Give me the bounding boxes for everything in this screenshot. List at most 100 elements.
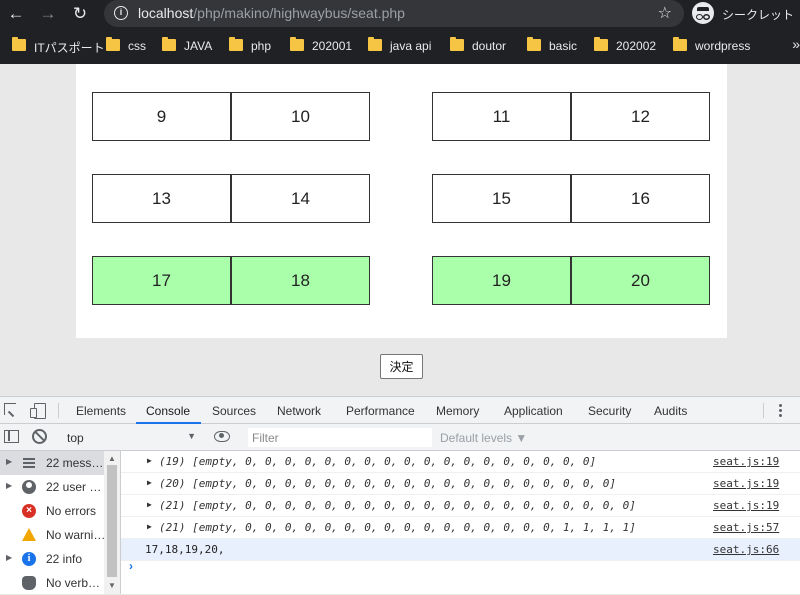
sidebar-item-info[interactable]: ▶ i 22 info: [0, 547, 104, 571]
expand-arrow-icon[interactable]: ▶: [6, 553, 12, 562]
sidebar-item-label: 22 mess…: [46, 456, 104, 470]
seat-number: 19: [492, 270, 511, 290]
seat-number: 18: [291, 270, 310, 290]
device-toolbar-icon[interactable]: [30, 403, 46, 419]
info-icon: i: [22, 552, 36, 566]
seat-number: 20: [631, 270, 650, 290]
console-message[interactable]: ▶ (21) [empty, 0, 0, 0, 0, 0, 0, 0, 0, 0…: [121, 517, 800, 539]
devtools-panel: Elements Console Sources Network Perform…: [0, 396, 800, 595]
tab-network[interactable]: Network: [277, 404, 321, 418]
error-icon: ×: [22, 504, 36, 518]
seat-number: 9: [156, 106, 167, 126]
console-message[interactable]: ▶ (19) [empty, 0, 0, 0, 0, 0, 0, 0, 0, 0…: [121, 451, 800, 473]
submit-button[interactable]: 決定: [380, 354, 423, 379]
live-expression-eye-icon[interactable]: [214, 431, 230, 442]
sidebar-item-user-messages[interactable]: ▶ 22 user …: [0, 475, 104, 499]
context-selector[interactable]: top ▼: [62, 428, 200, 447]
seat[interactable]: 14: [231, 174, 370, 223]
seat[interactable]: 13: [92, 174, 231, 223]
clear-console-icon[interactable]: [32, 429, 47, 444]
back-arrow-icon[interactable]: ←: [6, 4, 26, 24]
sidebar-toggle-icon[interactable]: [4, 430, 19, 443]
expand-arrow-icon[interactable]: ▶: [147, 522, 152, 531]
folder-icon: [368, 37, 382, 51]
log-source-link[interactable]: seat.js:19: [713, 455, 779, 468]
inspect-element-icon[interactable]: [4, 403, 16, 415]
sidebar-item-label: 22 info: [46, 552, 83, 566]
seat[interactable]: 20: [571, 256, 710, 305]
seat[interactable]: 15: [432, 174, 571, 223]
divider: [763, 403, 764, 418]
tab-application[interactable]: Application: [504, 404, 563, 418]
seat-number: 11: [492, 106, 511, 126]
bookmark-label: wordpress: [695, 39, 751, 53]
seat-number: 10: [291, 106, 310, 126]
scroll-up-icon[interactable]: ▲: [108, 454, 116, 463]
seat[interactable]: 17: [92, 256, 231, 305]
log-levels-dropdown[interactable]: Default levels ▼: [440, 431, 527, 445]
console-message[interactable]: ▶ (20) [empty, 0, 0, 0, 0, 0, 0, 0, 0, 0…: [121, 473, 800, 495]
url-host: localhost: [138, 5, 194, 21]
seat[interactable]: 16: [571, 174, 710, 223]
seat[interactable]: 11: [432, 92, 571, 141]
bookmark-label: css: [128, 39, 146, 53]
log-source-link[interactable]: seat.js:19: [713, 477, 779, 490]
console-message[interactable]: 17,18,19,20, seat.js:66: [121, 539, 800, 561]
tab-elements[interactable]: Elements: [76, 404, 126, 418]
seat[interactable]: 18: [231, 256, 370, 305]
warning-icon: [22, 528, 36, 541]
tab-console[interactable]: Console: [146, 404, 190, 418]
incognito-indicator[interactable]: シークレット: [692, 2, 800, 26]
expand-arrow-icon[interactable]: ▶: [6, 457, 12, 466]
seat[interactable]: 12: [571, 92, 710, 141]
expand-arrow-icon[interactable]: ▶: [6, 481, 12, 490]
console-message[interactable]: ▶ (21) [empty, 0, 0, 0, 0, 0, 0, 0, 0, 0…: [121, 495, 800, 517]
bookmarks-overflow-icon[interactable]: »: [792, 36, 800, 52]
sidebar-item-messages[interactable]: ▶ 22 mess…: [0, 451, 104, 475]
tab-memory[interactable]: Memory: [436, 404, 479, 418]
expand-arrow-icon[interactable]: ▶: [147, 456, 152, 465]
log-text: 17,18,19,20,: [145, 543, 225, 556]
seat[interactable]: 19: [432, 256, 571, 305]
sidebar-item-verbose[interactable]: No verb…: [0, 571, 104, 595]
url-text[interactable]: localhost/php/makino/highwaybus/seat.php: [138, 5, 405, 21]
sidebar-item-errors[interactable]: × No errors: [0, 499, 104, 523]
bookmark-label: ITパスポート: [34, 41, 105, 55]
bookmark-star-icon[interactable]: ☆: [658, 3, 672, 23]
console-toolbar: top ▼ Default levels ▼: [0, 424, 800, 451]
tab-performance[interactable]: Performance: [346, 404, 415, 418]
user-icon: [22, 480, 36, 494]
log-source-link[interactable]: seat.js:19: [713, 499, 779, 512]
address-bar[interactable]: i localhost/php/makino/highwaybus/seat.p…: [104, 0, 684, 27]
sidebar-item-warnings[interactable]: No warni…: [0, 523, 105, 547]
bookmark-label: doutor: [472, 39, 507, 53]
folder-icon: [594, 37, 608, 51]
bookmark-label: basic: [549, 39, 578, 53]
reload-icon[interactable]: ↻: [70, 4, 90, 24]
site-info-icon[interactable]: i: [114, 6, 128, 20]
sidebar-item-label: 22 user …: [46, 480, 102, 494]
forward-arrow-icon[interactable]: →: [38, 4, 58, 24]
tab-audits[interactable]: Audits: [654, 404, 687, 418]
tab-security[interactable]: Security: [588, 404, 631, 418]
tab-sources[interactable]: Sources: [212, 404, 256, 418]
filter-input[interactable]: [248, 428, 432, 447]
dropdown-arrow-icon: ▼: [187, 431, 196, 441]
log-source-link[interactable]: seat.js:66: [713, 543, 779, 556]
sidebar-scrollbar[interactable]: ▲ ▼: [104, 451, 120, 594]
log-source-link[interactable]: seat.js:57: [713, 521, 779, 534]
scrollbar-thumb[interactable]: [107, 465, 117, 577]
scroll-down-icon[interactable]: ▼: [108, 581, 116, 590]
folder-icon: [673, 37, 687, 51]
seat[interactable]: 10: [231, 92, 370, 141]
seat-number: 14: [291, 188, 310, 208]
expand-arrow-icon[interactable]: ▶: [147, 478, 152, 487]
expand-arrow-icon[interactable]: ▶: [147, 500, 152, 509]
folder-icon: [162, 37, 176, 51]
console-prompt-icon[interactable]: ›: [129, 559, 133, 573]
folder-icon: [450, 37, 464, 51]
seat[interactable]: 9: [92, 92, 231, 141]
more-options-icon[interactable]: [778, 403, 782, 419]
sidebar-item-label: No verb…: [46, 576, 101, 590]
seat-number: 12: [631, 106, 650, 126]
